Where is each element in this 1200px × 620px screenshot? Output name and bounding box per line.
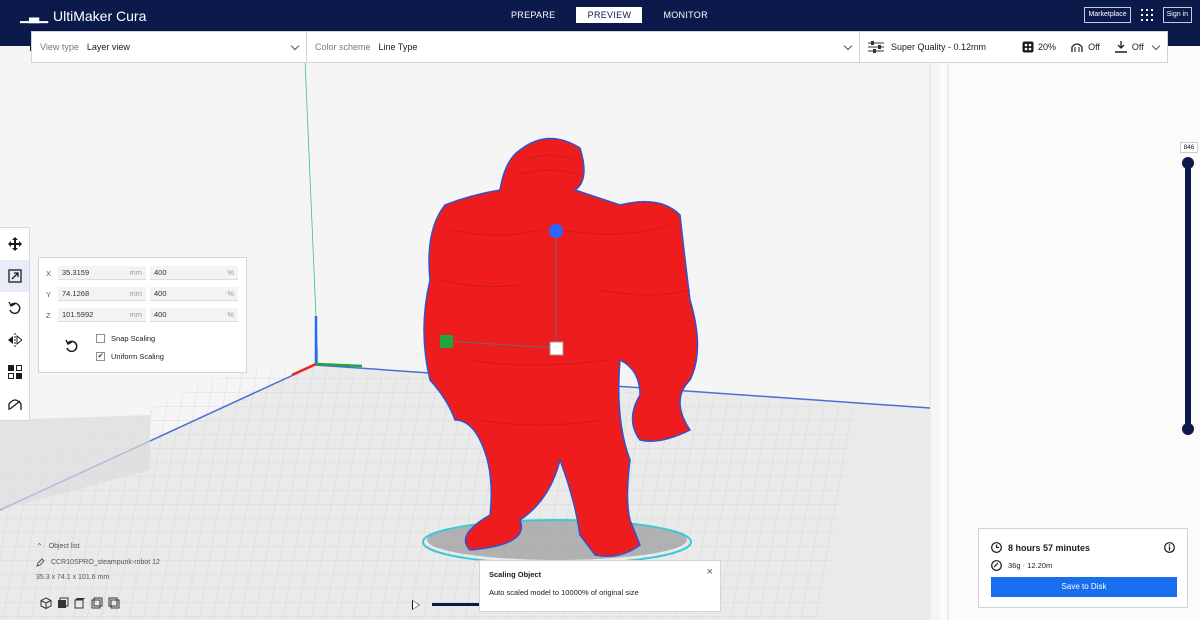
layer-slider-bottom-handle[interactable] bbox=[1182, 423, 1194, 435]
material-spool-icon bbox=[991, 560, 1002, 571]
front-view-icon[interactable] bbox=[57, 597, 69, 609]
tab-prepare[interactable]: PREPARE bbox=[496, 7, 570, 23]
support-blocker-tool[interactable] bbox=[0, 388, 29, 420]
support-blocker-icon bbox=[7, 399, 22, 410]
scale-icon bbox=[7, 269, 22, 283]
adhesion-icon bbox=[1114, 41, 1127, 53]
quality-profile: Super Quality - 0.12mm bbox=[891, 42, 987, 52]
tab-monitor[interactable]: MONITOR bbox=[648, 7, 722, 23]
infill-value: 20% bbox=[1038, 42, 1057, 52]
mirror-tool[interactable] bbox=[0, 324, 29, 356]
print-info-panel: 8 hours 57 minutes 36g · 12.20m Save to … bbox=[978, 528, 1188, 608]
notification-message: Auto scaled model to 10000% of original … bbox=[489, 588, 639, 597]
left-view-icon[interactable] bbox=[91, 597, 103, 609]
axis-y-label: Y bbox=[46, 289, 52, 299]
app-name: UltiMaker Cura bbox=[53, 8, 147, 24]
per-model-settings-icon bbox=[7, 365, 22, 379]
chevron-down-icon bbox=[290, 41, 300, 51]
uniform-scaling-label: Uniform Scaling bbox=[111, 352, 164, 361]
view-type-value: Layer view bbox=[86, 42, 130, 52]
clock-icon bbox=[991, 542, 1002, 553]
scale-x-mm-field[interactable]: 35.3159 mm bbox=[58, 266, 146, 280]
material-usage: 36g · 12.20m bbox=[1008, 561, 1053, 570]
object-list-toggle[interactable]: ⌃ Object list bbox=[36, 542, 160, 551]
scale-z-mm-field[interactable]: 101.5992 mm bbox=[58, 308, 146, 322]
apps-grid-icon[interactable] bbox=[1140, 9, 1153, 21]
move-tool[interactable] bbox=[0, 228, 29, 260]
scale-panel: X 35.3159 mm 400% Y 74.1268 mm 400% Z 101.… bbox=[38, 257, 247, 373]
notification-title: Scaling Object bbox=[489, 570, 542, 579]
view-type-dropdown[interactable]: View type Layer view bbox=[32, 32, 307, 62]
signin-button[interactable]: Sign in bbox=[1162, 7, 1192, 23]
print-time: 8 hours 57 minutes bbox=[1008, 542, 1091, 553]
print-settings-dropdown[interactable]: Super Quality - 0.12mm 20% Off Off bbox=[860, 32, 1167, 62]
marketplace-button[interactable]: Marketplace bbox=[1084, 7, 1131, 23]
info-icon[interactable] bbox=[1164, 542, 1175, 553]
move-icon bbox=[7, 237, 22, 251]
view-type-label: View type bbox=[40, 42, 79, 52]
uniform-scaling-checkbox[interactable]: ✔ Uniform Scaling bbox=[96, 352, 164, 361]
close-icon[interactable]: × bbox=[707, 566, 713, 578]
color-scheme-value: Line Type bbox=[378, 42, 418, 52]
per-model-settings-tool[interactable] bbox=[0, 356, 29, 388]
chevron-down-icon bbox=[843, 41, 853, 51]
ultimaker-logo-icon: ▁▃▁ bbox=[20, 8, 48, 23]
chevron-up-icon: ⌃ bbox=[36, 542, 43, 551]
object-dimensions: 35.3 x 74.1 x 101.6 mm bbox=[36, 574, 110, 581]
reset-scale-button[interactable] bbox=[65, 339, 79, 355]
layer-number[interactable]: 846 bbox=[1180, 142, 1198, 153]
scale-tool[interactable] bbox=[0, 260, 29, 292]
settings-sliders-icon bbox=[868, 41, 884, 53]
tool-sidebar bbox=[0, 227, 30, 421]
axis-x-label: X bbox=[46, 268, 52, 278]
snap-scaling-box bbox=[96, 334, 105, 343]
simulation-progress-bar[interactable] bbox=[432, 603, 480, 606]
layer-slider-track[interactable] bbox=[1185, 163, 1191, 429]
rotate-icon bbox=[7, 301, 20, 315]
snap-scaling-label: Snap Scaling bbox=[111, 334, 156, 343]
mirror-icon bbox=[7, 333, 22, 347]
view-toolbar: View type Layer view Color scheme Line T… bbox=[31, 31, 1168, 63]
object-list: ⌃ Object list CCR10SPRO_steampunk-robot … bbox=[36, 542, 160, 588]
adhesion-value: Off bbox=[1131, 42, 1144, 52]
scale-x-percent-field[interactable]: 400% bbox=[150, 266, 238, 280]
uniform-scaling-box: ✔ bbox=[96, 352, 105, 361]
chevron-down-icon bbox=[1151, 41, 1161, 51]
3d-view-icon[interactable] bbox=[40, 597, 52, 609]
rotate-tool[interactable] bbox=[0, 292, 29, 324]
object-list-title: Object list bbox=[48, 543, 80, 550]
color-scheme-dropdown[interactable]: Color scheme Line Type bbox=[307, 32, 860, 62]
right-view-icon[interactable] bbox=[108, 597, 120, 609]
scale-z-percent-field[interactable]: 400% bbox=[150, 308, 238, 322]
support-value: Off bbox=[1088, 42, 1100, 52]
app-logo: ▁▃▁ UltiMaker Cura bbox=[20, 8, 146, 24]
camera-views bbox=[40, 597, 120, 609]
stage-tabs: PREPARE PREVIEW MONITOR bbox=[496, 7, 723, 23]
notification-toast: Scaling Object Auto scaled model to 1000… bbox=[479, 560, 721, 612]
save-to-disk-button[interactable]: Save to Disk bbox=[991, 577, 1177, 597]
object-name-row[interactable]: CCR10SPRO_steampunk-robot 12 bbox=[36, 558, 160, 567]
support-icon bbox=[1071, 43, 1083, 52]
top-view-icon[interactable] bbox=[74, 597, 86, 609]
layer-slider-top-handle[interactable] bbox=[1182, 157, 1194, 169]
tab-preview[interactable]: PREVIEW bbox=[576, 7, 643, 23]
play-simulation-icon[interactable] bbox=[412, 600, 420, 610]
scale-y-mm-field[interactable]: 74.1268 mm bbox=[58, 287, 146, 301]
axis-z-label: Z bbox=[46, 310, 51, 320]
infill-icon bbox=[1022, 41, 1034, 53]
pencil-icon bbox=[36, 558, 45, 567]
object-name: CCR10SPRO_steampunk-robot 12 bbox=[51, 559, 160, 566]
scale-y-percent-field[interactable]: 400% bbox=[150, 287, 238, 301]
color-scheme-label: Color scheme bbox=[315, 42, 371, 52]
reset-icon bbox=[65, 339, 78, 353]
snap-scaling-checkbox[interactable]: Snap Scaling bbox=[96, 334, 155, 343]
